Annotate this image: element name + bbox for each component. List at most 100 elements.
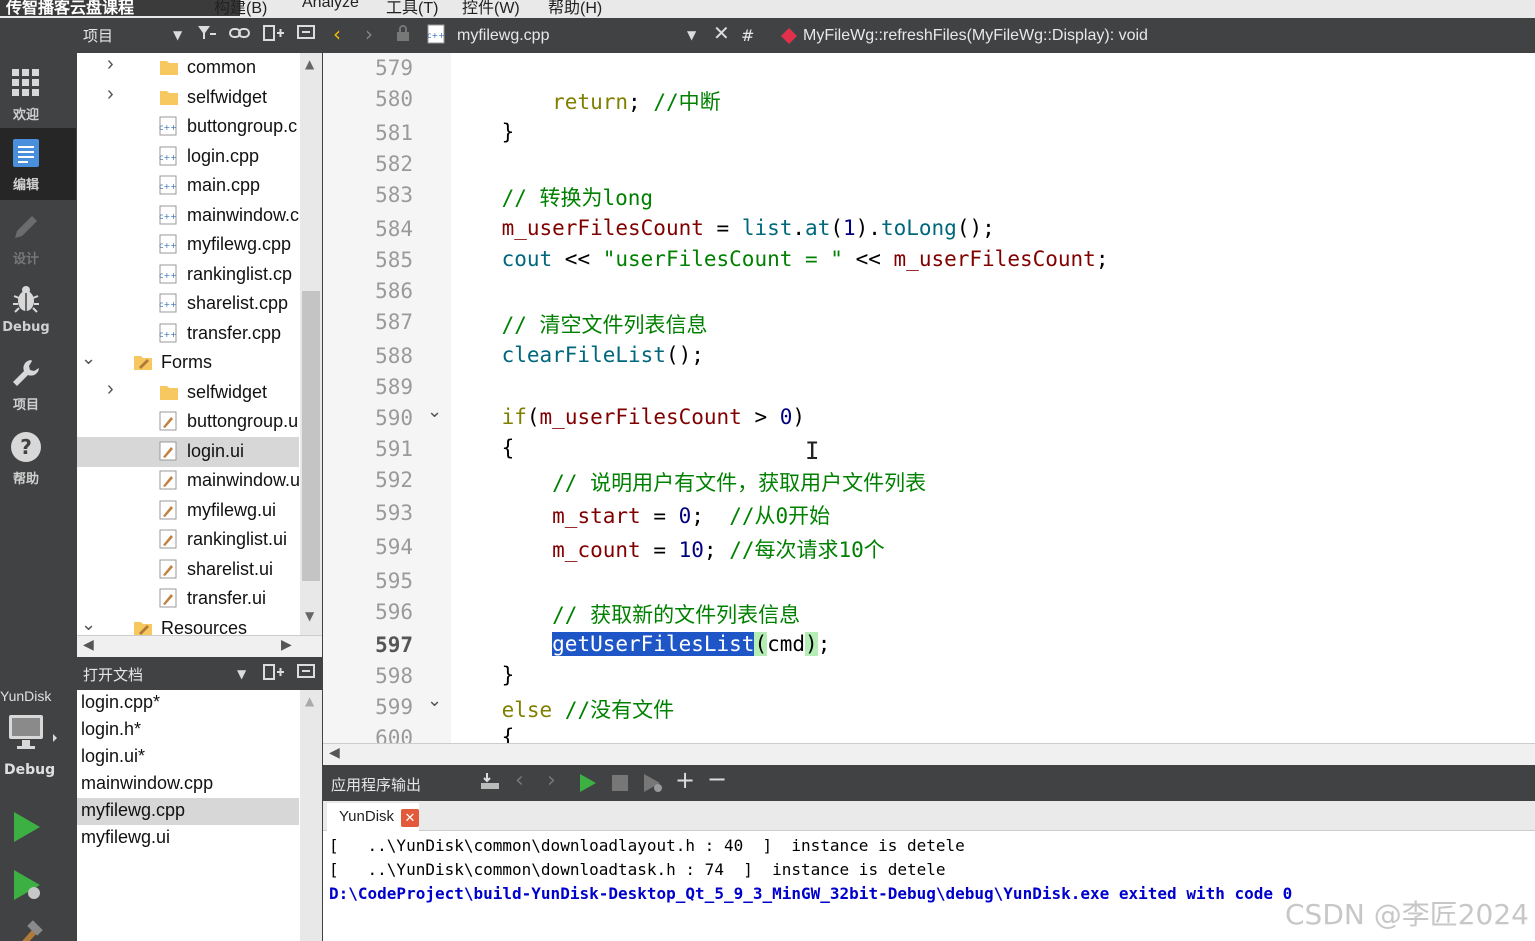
debug-attach-icon[interactable] bbox=[643, 773, 663, 798]
open-docs-title[interactable]: 打开文档 bbox=[83, 664, 143, 685]
zoom-in-icon[interactable]: + bbox=[675, 766, 695, 794]
scroll-right-icon[interactable]: ▶ bbox=[281, 637, 292, 653]
tree-item[interactable]: ⌄ Resources bbox=[77, 614, 299, 635]
code-line[interactable]: else //没有文件 bbox=[451, 694, 675, 726]
scrollbar-thumb[interactable] bbox=[302, 291, 320, 581]
collapse-arrow-icon[interactable]: › bbox=[107, 53, 121, 76]
link-icon[interactable] bbox=[229, 24, 251, 47]
tree-item[interactable]: c++ sharelist.cpp bbox=[77, 289, 299, 319]
collapse-arrow-icon[interactable]: › bbox=[107, 378, 121, 401]
rerun-icon[interactable] bbox=[579, 773, 597, 798]
menu-build[interactable]: 构建(B) bbox=[214, 0, 267, 18]
editor-hscrollbar[interactable]: ◀ bbox=[323, 743, 1535, 765]
expand-arrow-icon[interactable]: ⌄ bbox=[81, 614, 96, 635]
collapse-arrow-icon[interactable]: › bbox=[107, 83, 121, 106]
run-button[interactable] bbox=[10, 810, 44, 844]
menu-help[interactable]: 帮助(H) bbox=[548, 0, 602, 18]
current-symbol[interactable]: MyFileWg::refreshFiles(MyFileWg::Display… bbox=[803, 27, 1148, 45]
build-button[interactable] bbox=[10, 918, 44, 941]
tree-item[interactable]: c++ transfer.cpp bbox=[77, 319, 299, 349]
code-line[interactable]: // 清空文件列表信息 bbox=[451, 309, 708, 341]
prev-icon[interactable]: ‹ bbox=[515, 768, 524, 793]
lock-icon[interactable] bbox=[395, 24, 411, 47]
expand-arrow-icon[interactable]: ⌄ bbox=[81, 348, 96, 369]
scroll-down-icon[interactable]: ▼ bbox=[305, 609, 314, 623]
dropdown-icon[interactable]: ▼ bbox=[237, 667, 246, 681]
code-line[interactable]: m_start = 0; //从0开始 bbox=[451, 500, 830, 532]
tree-scrollbar[interactable]: ▲ ▼ bbox=[300, 53, 322, 635]
scroll-left-icon[interactable]: ◀ bbox=[83, 637, 94, 653]
tree-item[interactable]: mainwindow.u bbox=[77, 466, 300, 496]
file-dropdown-icon[interactable]: ▼ bbox=[687, 28, 696, 42]
split-icon[interactable] bbox=[263, 663, 285, 686]
mode-help[interactable]: ? 帮助 bbox=[0, 422, 76, 494]
close-file-icon[interactable]: ✕ bbox=[713, 21, 730, 45]
zoom-out-icon[interactable]: − bbox=[707, 765, 727, 793]
code-line[interactable]: // 说明用户有文件，获取用户文件列表 bbox=[451, 467, 926, 499]
close-panel-icon[interactable] bbox=[297, 24, 315, 45]
menu-analyze[interactable]: Analyze bbox=[302, 0, 359, 12]
tree-item[interactable]: sharelist.ui bbox=[77, 555, 299, 585]
close-panel-icon[interactable] bbox=[297, 663, 315, 684]
tree-item[interactable]: buttongroup.u bbox=[77, 407, 299, 437]
output-tab[interactable]: YunDisk ✕ bbox=[327, 803, 419, 831]
scroll-up-icon[interactable]: ▲ bbox=[305, 57, 314, 71]
project-panel-title[interactable]: 项目 bbox=[83, 25, 113, 46]
tree-item[interactable]: c++ main.cpp bbox=[77, 171, 299, 201]
fold-arrow-icon[interactable]: ⌄ bbox=[427, 401, 442, 422]
tree-item[interactable]: myfilewg.ui bbox=[77, 496, 299, 526]
code-line[interactable]: m_userFilesCount = list.at(1).toLong(); bbox=[451, 216, 995, 248]
tree-item[interactable]: c++ login.cpp bbox=[77, 142, 299, 172]
menu-tools[interactable]: 工具(T) bbox=[386, 0, 438, 18]
open-doc-item[interactable]: login.cpp* bbox=[77, 690, 299, 717]
stop-icon[interactable] bbox=[611, 774, 629, 797]
mode-projects[interactable]: 项目 bbox=[0, 348, 76, 420]
tree-item[interactable]: transfer.ui bbox=[77, 584, 299, 614]
tree-item[interactable]: › common bbox=[77, 53, 299, 83]
tree-hscrollbar[interactable]: ◀ ▶ bbox=[77, 635, 322, 657]
code-line[interactable]: cout << "userFilesCount = " << m_userFil… bbox=[451, 247, 1109, 279]
tree-item[interactable]: c++ myfilewg.cpp bbox=[77, 230, 299, 260]
menu-widgets[interactable]: 控件(W) bbox=[462, 0, 520, 18]
code-line[interactable]: } bbox=[451, 663, 515, 695]
split-icon[interactable] bbox=[263, 24, 285, 47]
tree-item[interactable]: ⌄ Forms bbox=[77, 348, 299, 378]
tree-item[interactable]: › selfwidget bbox=[77, 83, 299, 113]
code-editor[interactable]: 579 580 return; //中断 581 } 582 583 // 转换为lon… bbox=[323, 53, 1535, 743]
forward-icon[interactable]: › bbox=[365, 22, 373, 46]
close-tab-icon[interactable]: ✕ bbox=[401, 809, 419, 827]
scroll-left-icon[interactable]: ◀ bbox=[329, 745, 340, 761]
mode-design[interactable]: 设计 bbox=[0, 202, 76, 274]
code-line[interactable]: if(m_userFilesCount > 0) bbox=[451, 405, 806, 437]
next-icon[interactable]: › bbox=[547, 768, 556, 793]
attach-icon[interactable] bbox=[479, 771, 501, 796]
code-line[interactable]: return; //中断 bbox=[451, 86, 720, 118]
filter-icon[interactable] bbox=[197, 24, 217, 47]
code-line[interactable]: clearFileList(); bbox=[451, 343, 704, 375]
scroll-up-icon[interactable]: ▲ bbox=[305, 694, 314, 708]
code-line[interactable]: { bbox=[451, 725, 515, 743]
output-pane-title[interactable]: 应用程序输出 bbox=[331, 774, 421, 795]
tree-item[interactable]: rankinglist.ui bbox=[77, 525, 299, 555]
tree-item[interactable]: c++ buttongroup.c bbox=[77, 112, 299, 142]
back-icon[interactable]: ‹ bbox=[333, 22, 341, 46]
tree-item[interactable]: c++ mainwindow.c bbox=[77, 201, 299, 231]
fold-arrow-icon[interactable]: ⌄ bbox=[427, 690, 442, 711]
code-line[interactable]: getUserFilesList(cmd); bbox=[451, 632, 830, 664]
tree-item[interactable]: c++ rankinglist.cp bbox=[77, 260, 299, 290]
code-line[interactable]: } bbox=[451, 120, 515, 152]
mode-welcome[interactable]: 欢迎 bbox=[0, 58, 76, 130]
mode-edit[interactable]: 编辑 bbox=[0, 128, 76, 200]
code-line[interactable]: m_count = 10; //每次请求10个 bbox=[451, 534, 885, 566]
code-line[interactable]: { bbox=[451, 436, 515, 468]
current-file-name[interactable]: myfilewg.cpp bbox=[457, 27, 549, 45]
mode-debug[interactable]: Debug bbox=[0, 274, 76, 346]
open-doc-item[interactable]: login.h* bbox=[77, 717, 299, 744]
code-line[interactable]: // 转换为long bbox=[451, 182, 654, 214]
kit-selector[interactable]: YunDisk Debug bbox=[0, 684, 76, 794]
open-docs-scrollbar[interactable]: ▲ bbox=[300, 690, 322, 941]
open-doc-item[interactable]: mainwindow.cpp bbox=[77, 771, 299, 798]
tree-item[interactable]: login.ui bbox=[77, 436, 299, 467]
dropdown-icon[interactable]: ▼ bbox=[173, 28, 182, 42]
debug-run-button[interactable] bbox=[10, 868, 44, 902]
